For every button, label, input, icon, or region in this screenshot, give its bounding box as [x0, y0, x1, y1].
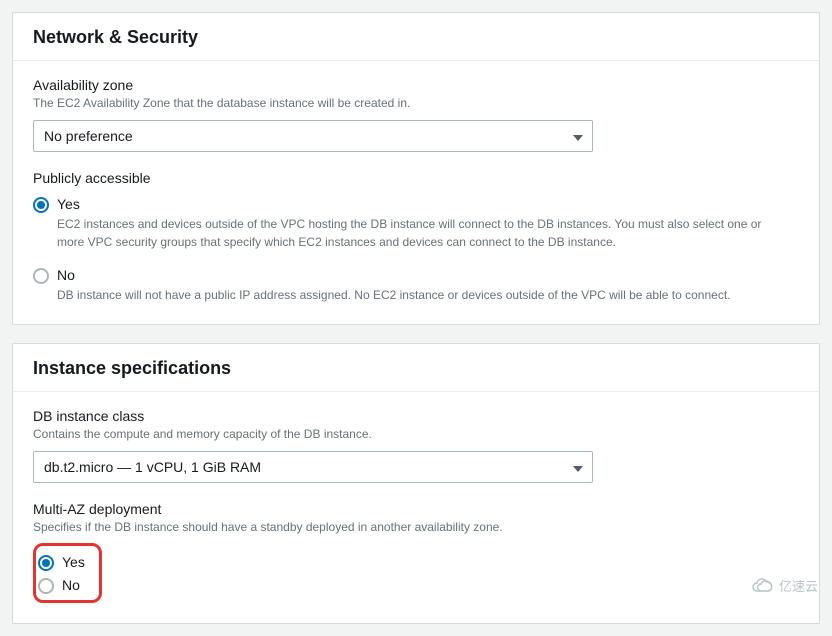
network-security-header: Network & Security [13, 13, 819, 61]
watermark-text: 亿速云 [779, 576, 818, 595]
instance-specifications-body: DB instance class Contains the compute a… [13, 392, 819, 624]
availability-zone-field: Availability zone The EC2 Availability Z… [33, 77, 799, 152]
network-security-body: Availability zone The EC2 Availability Z… [13, 61, 819, 324]
network-security-panel: Network & Security Availability zone The… [12, 12, 820, 325]
radio-checked-icon [33, 197, 49, 213]
multi-az-highlight: Yes No [33, 543, 102, 603]
db-instance-class-label: DB instance class [33, 408, 799, 424]
availability-zone-select[interactable]: No preference [33, 120, 593, 152]
public-yes-radio[interactable]: Yes [33, 192, 799, 215]
db-instance-class-help: Contains the compute and memory capacity… [33, 426, 799, 443]
public-no-radio[interactable]: No [33, 263, 799, 286]
multi-az-label: Multi-AZ deployment [33, 501, 799, 517]
radio-checked-icon [38, 555, 54, 571]
public-yes-label: Yes [57, 196, 80, 212]
db-instance-class-select[interactable]: db.t2.micro — 1 vCPU, 1 GiB RAM [33, 451, 593, 483]
availability-zone-value: No preference [44, 121, 133, 151]
multi-az-yes-label: Yes [62, 554, 85, 570]
availability-zone-label: Availability zone [33, 77, 799, 93]
public-no-label: No [57, 267, 75, 283]
db-instance-class-field: DB instance class Contains the compute a… [33, 408, 799, 483]
availability-zone-select-wrap: No preference [33, 120, 593, 152]
radio-unchecked-icon [33, 268, 49, 284]
public-yes-desc: EC2 instances and devices outside of the… [57, 215, 777, 251]
instance-specifications-title: Instance specifications [33, 358, 799, 379]
multi-az-no-radio[interactable]: No [38, 573, 85, 596]
public-no-desc: DB instance will not have a public IP ad… [57, 286, 777, 304]
multi-az-no-label: No [62, 577, 80, 593]
multi-az-yes-radio[interactable]: Yes [38, 550, 85, 573]
radio-unchecked-icon [38, 578, 54, 594]
db-instance-class-select-wrap: db.t2.micro — 1 vCPU, 1 GiB RAM [33, 451, 593, 483]
instance-specifications-panel: Instance specifications DB instance clas… [12, 343, 820, 625]
multi-az-field: Multi-AZ deployment Specifies if the DB … [33, 501, 799, 604]
multi-az-help: Specifies if the DB instance should have… [33, 519, 799, 536]
network-security-title: Network & Security [33, 27, 799, 48]
availability-zone-help: The EC2 Availability Zone that the datab… [33, 95, 799, 112]
cloud-icon [750, 578, 776, 594]
publicly-accessible-label: Publicly accessible [33, 170, 799, 186]
publicly-accessible-field: Publicly accessible Yes EC2 instances an… [33, 170, 799, 304]
db-instance-class-value: db.t2.micro — 1 vCPU, 1 GiB RAM [44, 452, 261, 482]
instance-specifications-header: Instance specifications [13, 344, 819, 392]
watermark: 亿速云 [750, 576, 818, 595]
